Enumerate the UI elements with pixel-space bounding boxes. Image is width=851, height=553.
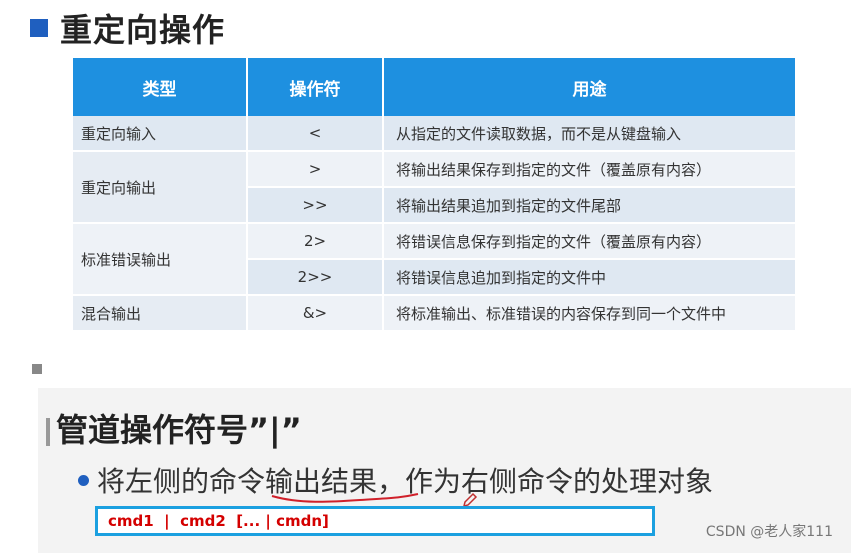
table-row: 重定向输出 > 将输出结果保存到指定的文件（覆盖原有内容） bbox=[73, 151, 795, 224]
bullet-dot-icon bbox=[78, 474, 89, 486]
table-row: 重定向输入 < 从指定的文件读取数据，而不是从键盘输入 bbox=[73, 116, 795, 152]
table-row: 标准错误输出 2> 将错误信息保存到指定的文件（覆盖原有内容） bbox=[73, 223, 795, 296]
watermark: CSDN @老人家111 bbox=[705, 524, 833, 540]
cell-type: 混合输出 bbox=[73, 295, 248, 332]
table-row: 混合输出 &> 将标准输出、标准错误的内容保存到同一个文件中 bbox=[73, 295, 795, 332]
section-title-text: 重定向操作 bbox=[60, 11, 226, 49]
cell-operator: 2> bbox=[247, 223, 384, 260]
title-square-icon bbox=[30, 19, 48, 37]
cell-operator: > bbox=[247, 151, 384, 188]
pipe-section-title: 管道操作符号”|” bbox=[46, 405, 302, 455]
cell-usage: 将输出结果追加到指定的文件尾部 bbox=[383, 187, 795, 224]
cell-usage: 将错误信息追加到指定的文件中 bbox=[383, 259, 795, 296]
bullet-suffix: ，作为右侧命令的处理对象 bbox=[377, 465, 714, 498]
cell-type: 重定向输出 bbox=[73, 151, 248, 224]
bullet-prefix: 将左侧的命令 bbox=[97, 465, 266, 498]
header-operator: 操作符 bbox=[247, 58, 384, 116]
cell-usage: 从指定的文件读取数据，而不是从键盘输入 bbox=[383, 116, 795, 152]
command-syntax-box: cmd1 | cmd2 [... | cmdn] bbox=[95, 506, 655, 536]
cell-type: 重定向输入 bbox=[73, 116, 248, 152]
title-bar-icon bbox=[46, 418, 50, 446]
cell-operator: &> bbox=[247, 295, 384, 332]
header-type: 类型 bbox=[73, 58, 248, 116]
redirect-table: 类型 操作符 用途 重定向输入 < 从指定的文件读取数据，而不是从键盘输入 重定… bbox=[73, 58, 795, 332]
command-syntax: cmd1 | cmd2 [... | cmdn] bbox=[108, 512, 329, 530]
cell-usage: 将错误信息保存到指定的文件（覆盖原有内容） bbox=[383, 223, 795, 260]
handwritten-underline-icon bbox=[271, 493, 419, 503]
cell-operator: < bbox=[247, 116, 384, 152]
cell-usage: 将输出结果保存到指定的文件（覆盖原有内容） bbox=[383, 151, 795, 188]
table-header-row: 类型 操作符 用途 bbox=[73, 58, 795, 116]
section-title-redirect: 重定向操作 bbox=[30, 8, 226, 49]
cell-operator: 2>> bbox=[247, 259, 384, 296]
cell-operator: >> bbox=[247, 187, 384, 224]
header-usage: 用途 bbox=[383, 58, 795, 116]
pipe-title-text: 管道操作符号”|” bbox=[56, 411, 302, 449]
cell-usage: 将标准输出、标准错误的内容保存到同一个文件中 bbox=[383, 295, 795, 332]
cell-type: 标准错误输出 bbox=[73, 223, 248, 296]
slide-marker-icon bbox=[32, 364, 42, 374]
